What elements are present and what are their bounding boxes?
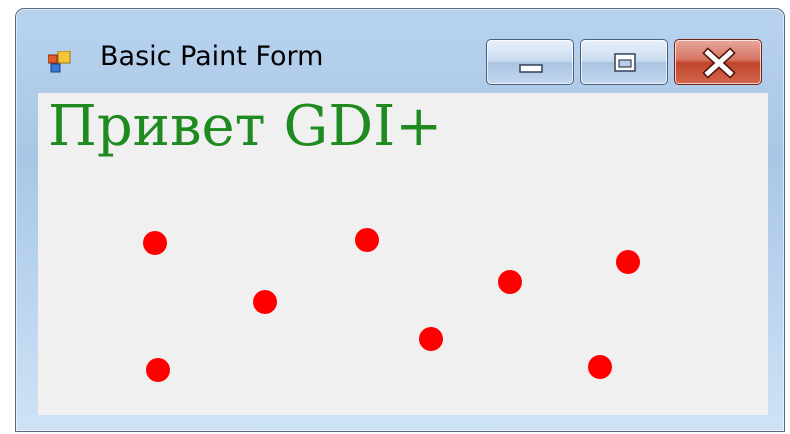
- red-dot: [616, 250, 640, 274]
- minimize-icon: [519, 64, 543, 73]
- red-dot: [588, 355, 612, 379]
- app-window: Basic Paint Form Привет GDI+: [15, 8, 785, 432]
- red-dot: [143, 231, 167, 255]
- close-icon: [702, 47, 736, 79]
- window-title: Basic Paint Form: [100, 41, 324, 72]
- app-form-icon: [48, 51, 71, 73]
- red-dot: [253, 290, 277, 314]
- title-bar[interactable]: Basic Paint Form: [16, 9, 784, 93]
- close-button[interactable]: [674, 39, 762, 85]
- red-dot: [498, 270, 522, 294]
- minimize-button[interactable]: [486, 39, 574, 85]
- maximize-button[interactable]: [580, 39, 668, 85]
- dots-layer: [143, 228, 640, 382]
- red-dot: [146, 358, 170, 382]
- red-dot: [355, 228, 379, 252]
- paint-canvas[interactable]: Привет GDI+: [38, 93, 768, 415]
- red-dot: [419, 327, 443, 351]
- restore-icon: [614, 53, 636, 72]
